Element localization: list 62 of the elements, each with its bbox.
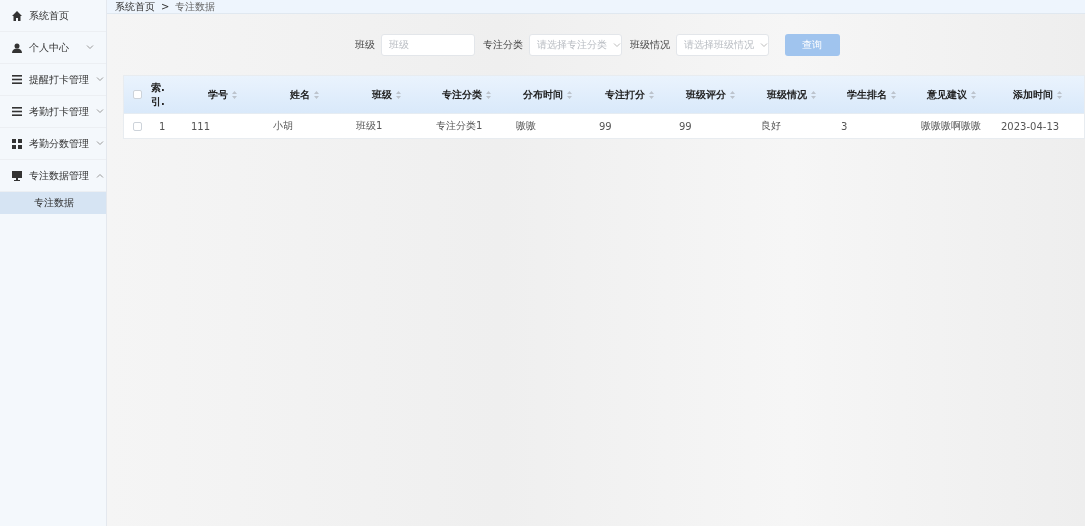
table-cell-text: 小胡 — [272, 119, 294, 133]
sort-icon[interactable] — [810, 90, 816, 99]
chevron-icon — [759, 42, 768, 48]
sort-icon[interactable] — [970, 90, 976, 99]
breadcrumb-link[interactable]: 系统首页 — [115, 1, 155, 13]
checkbox[interactable] — [133, 90, 142, 99]
column-header[interactable]: 分布时间 — [523, 87, 563, 102]
sort-icon[interactable] — [648, 90, 654, 99]
chevron-icon — [96, 77, 104, 82]
table-cell-text: 嗷嗷嗷啊嗷嗷 — [920, 119, 982, 133]
monitor-icon — [12, 170, 22, 181]
person-icon — [12, 42, 22, 53]
column-header[interactable]: 学号 — [207, 87, 228, 102]
table-cell-text: 嗷嗷 — [515, 119, 537, 133]
sort-icon[interactable] — [395, 90, 401, 99]
column-header[interactable]: 专注打分 — [604, 87, 645, 102]
table-cell-text: 专注分类1 — [435, 119, 484, 133]
table-cell-text: 班级1 — [355, 119, 384, 133]
sidebar-item[interactable]: 系统首页 — [0, 0, 106, 32]
sort-icon[interactable] — [567, 90, 572, 99]
table-cell-text: 99 — [678, 120, 693, 132]
grid-icon — [12, 138, 22, 149]
table-cell-text: 99 — [598, 120, 613, 132]
breadcrumb-separator: > — [161, 1, 170, 13]
sort-icon[interactable] — [231, 90, 237, 99]
table-cell-text: 1 — [158, 120, 167, 132]
sidebar-item[interactable]: 个人中心 — [0, 32, 106, 64]
chevron-icon — [86, 45, 94, 50]
table-cell-text: 良好 — [760, 119, 782, 133]
table-cell-text: 3 — [840, 120, 849, 132]
sort-icon[interactable] — [890, 90, 896, 99]
sidebar-subitem[interactable]: 专注数据 — [0, 192, 106, 214]
filter-label: 班级情况 — [629, 38, 670, 52]
chevron-icon — [612, 42, 621, 48]
column-header[interactable]: 班级评分 — [685, 87, 726, 102]
table-cell-text: 111 — [190, 120, 212, 132]
sort-icon[interactable] — [314, 90, 319, 99]
chevron-icon — [96, 109, 104, 114]
table-cell-text: 2023-04-13 — [1000, 120, 1061, 132]
checkbox[interactable] — [133, 121, 142, 131]
sidebar-item[interactable]: 考勤打卡管理 — [0, 96, 106, 128]
column-header[interactable]: 专注分类 — [441, 87, 482, 102]
list-icon — [12, 107, 22, 116]
sort-icon[interactable] — [1057, 90, 1062, 99]
column-header[interactable]: 索.引. — [151, 80, 165, 109]
chevron-icon — [96, 141, 104, 146]
filter-label: 专注分类 — [482, 38, 523, 52]
list-icon — [12, 75, 22, 84]
column-header[interactable]: 班级情况 — [766, 87, 807, 102]
home-icon — [12, 10, 22, 21]
breadcrumb-link[interactable]: 专注数据 — [175, 1, 216, 13]
sort-icon[interactable] — [485, 90, 491, 99]
filter-label: 班级 — [354, 38, 375, 52]
sidebar-item[interactable]: 提醒打卡管理 — [0, 64, 106, 96]
column-header[interactable]: 意见建议 — [926, 87, 967, 102]
column-header[interactable]: 添加时间 — [1013, 87, 1053, 102]
column-header[interactable]: 学生排名 — [846, 87, 887, 102]
sort-icon[interactable] — [729, 90, 735, 99]
chevron-icon — [96, 173, 104, 178]
column-header[interactable]: 姓名 — [290, 87, 310, 102]
sidebar-item[interactable]: 考勤分数管理 — [0, 128, 106, 160]
column-header[interactable]: 班级 — [371, 87, 392, 102]
